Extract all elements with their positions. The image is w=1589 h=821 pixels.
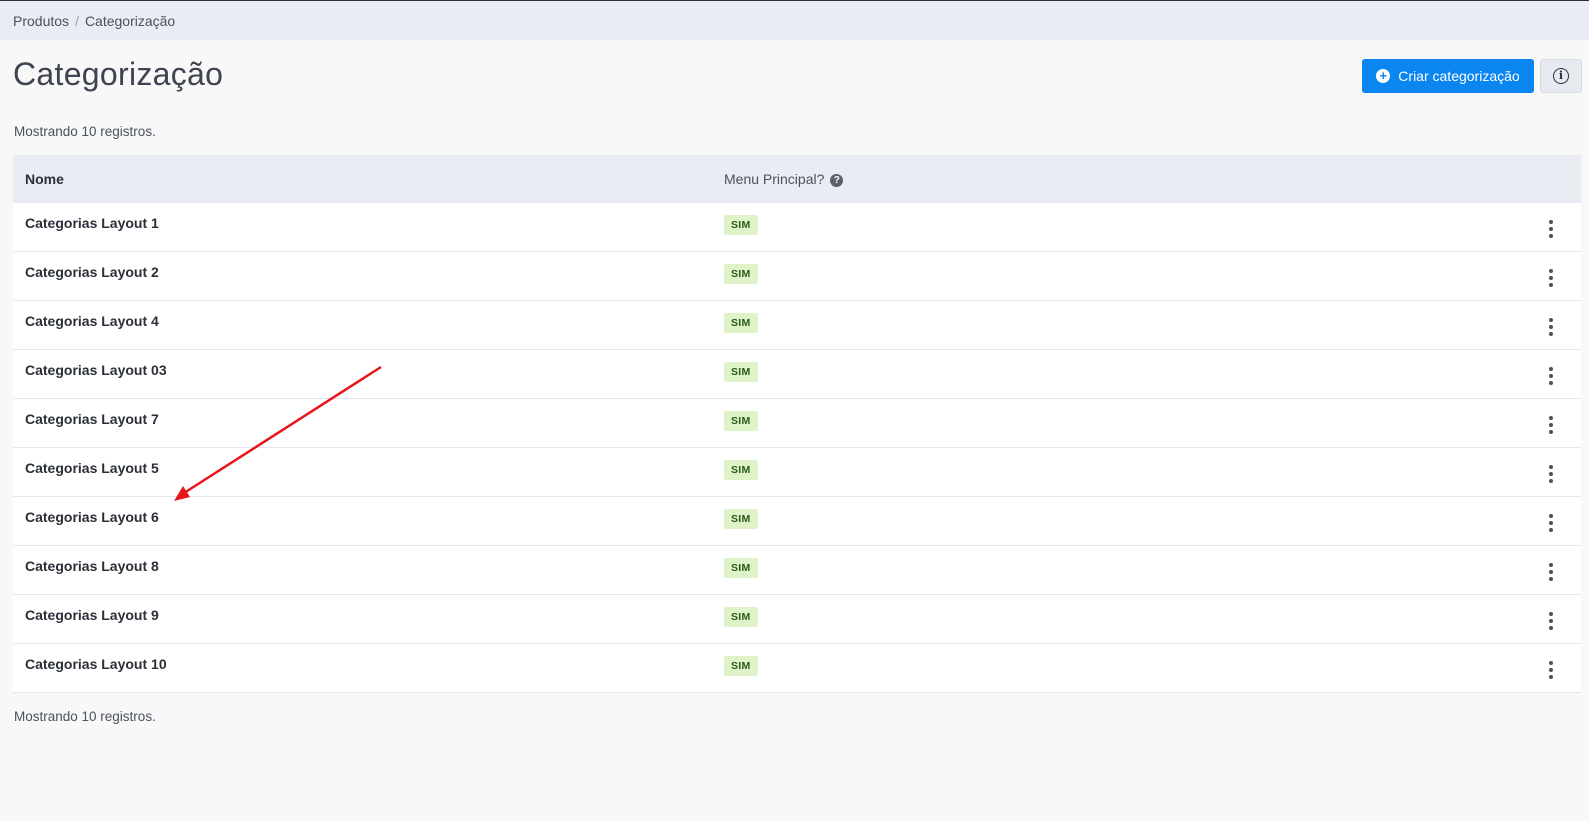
page-title: Categorização bbox=[13, 56, 224, 92]
column-header-actions bbox=[1356, 155, 1581, 203]
row-menu-cell: SIM bbox=[712, 594, 1356, 643]
table-row[interactable]: Categorias Layout 10 SIM bbox=[13, 643, 1581, 692]
menu-badge: SIM bbox=[724, 459, 758, 480]
row-actions bbox=[1356, 203, 1581, 251]
kebab-menu-icon[interactable] bbox=[1543, 510, 1559, 536]
row-menu-cell: SIM bbox=[712, 251, 1356, 300]
menu-badge: SIM bbox=[724, 655, 758, 676]
kebab-menu-icon[interactable] bbox=[1543, 363, 1559, 389]
table-row[interactable]: Categorias Layout 5 SIM bbox=[13, 447, 1581, 496]
kebab-menu-icon[interactable] bbox=[1543, 265, 1559, 291]
menu-badge: SIM bbox=[724, 215, 758, 235]
records-count-top: Mostrando 10 registros. bbox=[14, 124, 156, 139]
create-categorization-button[interactable]: + Criar categorização bbox=[1362, 59, 1534, 93]
breadcrumb-item-categorizacao: Categorização bbox=[84, 12, 176, 29]
kebab-menu-icon[interactable] bbox=[1543, 412, 1559, 438]
row-name[interactable]: Categorias Layout 5 bbox=[13, 447, 712, 496]
kebab-menu-icon[interactable] bbox=[1543, 608, 1559, 634]
row-menu-cell: SIM bbox=[712, 643, 1356, 692]
breadcrumb-item-produtos[interactable]: Produtos bbox=[13, 13, 69, 29]
column-header-name: Nome bbox=[25, 171, 64, 187]
kebab-menu-icon[interactable] bbox=[1543, 559, 1559, 585]
row-menu-cell: SIM bbox=[712, 203, 1356, 251]
row-name[interactable]: Categorias Layout 8 bbox=[13, 545, 712, 594]
menu-badge: SIM bbox=[724, 410, 758, 431]
menu-badge: SIM bbox=[724, 361, 758, 382]
breadcrumb: Produtos / Categorização bbox=[0, 0, 1589, 40]
row-name[interactable]: Categorias Layout 7 bbox=[13, 398, 712, 447]
row-menu-cell: SIM bbox=[712, 300, 1356, 349]
menu-badge: SIM bbox=[724, 263, 758, 284]
row-actions bbox=[1356, 349, 1581, 398]
table-row[interactable]: Categorias Layout 1 SIM bbox=[13, 203, 1581, 251]
row-actions bbox=[1356, 251, 1581, 300]
table-row[interactable]: Categorias Layout 9 SIM bbox=[13, 594, 1581, 643]
row-menu-cell: SIM bbox=[712, 496, 1356, 545]
menu-badge: SIM bbox=[724, 312, 758, 333]
kebab-menu-icon[interactable] bbox=[1543, 657, 1559, 683]
row-name[interactable]: Categorias Layout 1 bbox=[13, 203, 712, 251]
kebab-menu-icon[interactable] bbox=[1543, 461, 1559, 487]
table-row[interactable]: Categorias Layout 8 SIM bbox=[13, 545, 1581, 594]
plus-circle-icon: + bbox=[1376, 69, 1391, 83]
column-header-menu: Menu Principal? ? bbox=[712, 155, 1356, 203]
row-name[interactable]: Categorias Layout 2 bbox=[13, 251, 712, 300]
row-name[interactable]: Categorias Layout 4 bbox=[13, 300, 712, 349]
table-row[interactable]: Categorias Layout 7 SIM bbox=[13, 398, 1581, 447]
row-actions bbox=[1356, 643, 1581, 692]
row-name[interactable]: Categorias Layout 03 bbox=[13, 349, 712, 398]
categorization-table: Nome Menu Principal? ? Categorias Layout… bbox=[13, 155, 1581, 693]
info-icon: i bbox=[1553, 68, 1569, 84]
row-menu-cell: SIM bbox=[712, 447, 1356, 496]
info-button[interactable]: i bbox=[1540, 59, 1582, 93]
table-row[interactable]: Categorias Layout 2 SIM bbox=[13, 251, 1581, 300]
row-actions bbox=[1356, 496, 1581, 545]
breadcrumb-separator: / bbox=[75, 12, 79, 29]
row-actions bbox=[1356, 545, 1581, 594]
row-actions bbox=[1356, 398, 1581, 447]
row-name[interactable]: Categorias Layout 10 bbox=[13, 643, 712, 692]
row-actions bbox=[1356, 447, 1581, 496]
table-row[interactable]: Categorias Layout 03 SIM bbox=[13, 349, 1581, 398]
menu-badge: SIM bbox=[724, 557, 758, 578]
kebab-menu-icon[interactable] bbox=[1543, 216, 1559, 242]
row-name[interactable]: Categorias Layout 6 bbox=[13, 496, 712, 545]
question-icon[interactable]: ? bbox=[830, 174, 844, 187]
row-name[interactable]: Categorias Layout 9 bbox=[13, 594, 712, 643]
kebab-menu-icon[interactable] bbox=[1543, 314, 1559, 340]
records-count-bottom: Mostrando 10 registros. bbox=[14, 709, 156, 724]
row-menu-cell: SIM bbox=[712, 349, 1356, 398]
page-header: Categorização + Criar categorização i bbox=[0, 40, 1589, 120]
table-header-row: Nome Menu Principal? ? bbox=[13, 155, 1581, 203]
table-row[interactable]: Categorias Layout 4 SIM bbox=[13, 300, 1581, 349]
menu-badge: SIM bbox=[724, 606, 758, 627]
menu-badge: SIM bbox=[724, 508, 758, 529]
row-menu-cell: SIM bbox=[712, 545, 1356, 594]
table-row[interactable]: Categorias Layout 6 SIM bbox=[13, 496, 1581, 545]
row-actions bbox=[1356, 300, 1581, 349]
row-menu-cell: SIM bbox=[712, 398, 1356, 447]
row-actions bbox=[1356, 594, 1581, 643]
create-button-label: Criar categorização bbox=[1398, 68, 1520, 84]
